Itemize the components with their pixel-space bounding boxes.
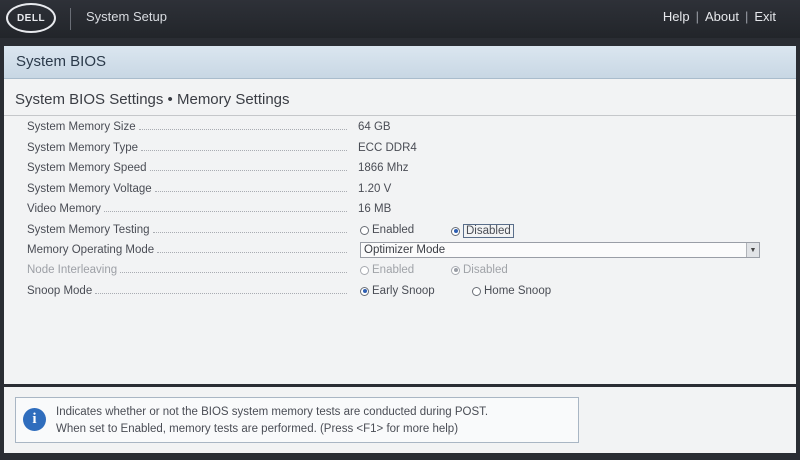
leader-dots [103,210,347,212]
help-area: i Indicates whether or not the BIOS syst… [4,387,796,453]
operating-mode-value: Optimizer Mode [364,244,446,256]
operating-mode-select[interactable]: Optimizer Mode ▼ [360,242,760,258]
exit-link[interactable]: Exit [754,9,776,24]
leader-dots [149,169,347,171]
info-icon: i [23,408,46,431]
memory-voltage-value: 1.20 V [358,183,392,195]
leader-dots [141,149,347,151]
snoop-mode-early-radio[interactable]: Early Snoop [360,285,435,297]
row-video-memory: Video Memory 16 MB [27,202,787,220]
node-interleaving-disabled-radio: Disabled [451,264,508,276]
dell-logo: DELL [6,3,56,33]
memory-testing-label: System Memory Testing [27,224,150,236]
row-operating-mode: Memory Operating Mode Optimizer Mode ▼ [27,242,787,261]
row-snoop-mode: Snoop Mode Early Snoop Home Snoop [27,284,787,302]
help-line-1: Indicates whether or not the BIOS system… [56,406,489,418]
video-memory-label: Video Memory [27,203,101,215]
leader-dots [157,251,347,253]
row-memory-type: System Memory Type ECC DDR4 [27,141,787,159]
link-separator: | [744,9,749,24]
header-divider [70,8,71,30]
section-title: System BIOS [16,53,107,70]
memory-size-label: System Memory Size [27,121,136,133]
memory-voltage-label: System Memory Voltage [27,183,152,195]
radio-selected-icon [360,286,369,296]
node-interleaving-enabled-radio: Enabled [360,264,414,276]
snoop-mode-home-radio[interactable]: Home Snoop [472,285,551,297]
app-title: System Setup [86,9,167,24]
video-memory-value: 16 MB [358,203,392,215]
header-links: Help | About | Exit [663,9,776,24]
leader-dots [154,190,347,192]
help-text: Indicates whether or not the BIOS system… [56,404,488,438]
radio-selected-icon [451,265,460,275]
leader-dots [120,271,347,273]
section-header: System BIOS [4,46,796,79]
radio-selected-icon [451,226,460,236]
leader-dots [152,231,347,233]
snoop-mode-label: Snoop Mode [27,285,93,297]
top-bar: DELL System Setup Help | About | Exit [0,0,800,38]
row-memory-voltage: System Memory Voltage 1.20 V [27,182,787,200]
operating-mode-label: Memory Operating Mode [27,244,155,256]
about-link[interactable]: About [705,9,739,24]
row-memory-size: System Memory Size 64 GB [27,120,787,138]
title-divider [4,115,796,116]
row-memory-testing: System Memory Testing Enabled Disabled [27,223,787,241]
radio-unselected-icon [472,286,481,296]
row-node-interleaving: Node Interleaving Enabled Disabled [27,263,787,281]
radio-unselected-icon [360,265,369,275]
link-separator: | [695,9,699,24]
memory-testing-enabled-radio[interactable]: Enabled [360,224,414,236]
memory-testing-disabled-radio[interactable]: Disabled [451,224,514,238]
help-box: i Indicates whether or not the BIOS syst… [15,397,579,443]
settings-panel: System BIOS System BIOS Settings • Memor… [4,46,796,384]
memory-speed-value: 1866 Mhz [358,162,409,174]
memory-type-label: System Memory Type [27,142,138,154]
chevron-down-icon[interactable]: ▼ [746,243,759,257]
leader-dots [95,292,347,294]
radio-unselected-icon [360,225,369,235]
memory-size-value: 64 GB [358,121,391,133]
memory-speed-label: System Memory Speed [27,162,147,174]
row-memory-speed: System Memory Speed 1866 Mhz [27,161,787,179]
page-title: System BIOS Settings • Memory Settings [15,91,290,108]
node-interleaving-label: Node Interleaving [27,264,118,276]
leader-dots [138,128,347,130]
help-link[interactable]: Help [663,9,690,24]
help-line-2: When set to Enabled, memory tests are pe… [56,423,459,435]
memory-type-value: ECC DDR4 [358,142,417,154]
